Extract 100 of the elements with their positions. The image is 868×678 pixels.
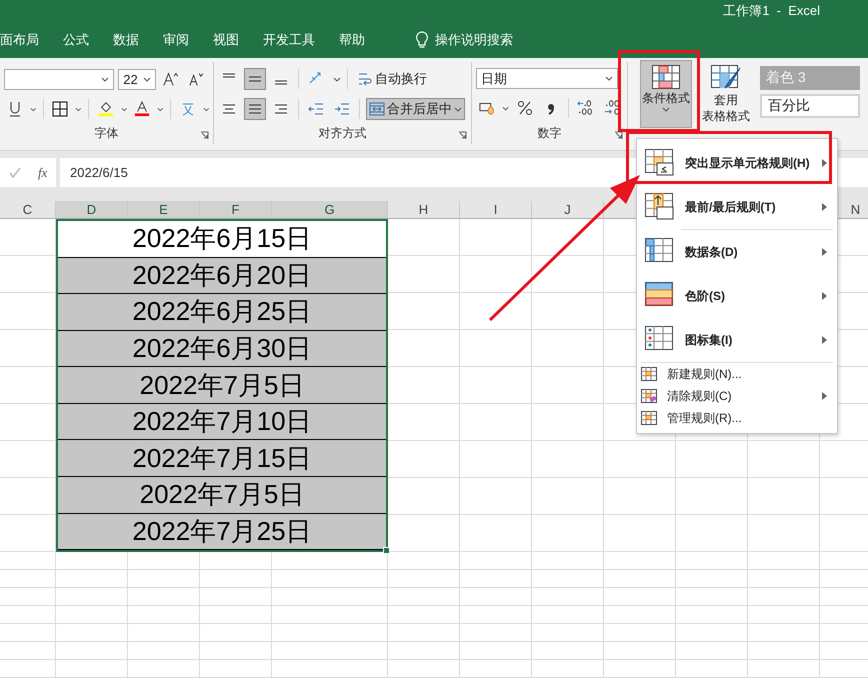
empty-cell[interactable] bbox=[128, 642, 200, 660]
empty-cell[interactable] bbox=[388, 660, 460, 678]
empty-cell[interactable] bbox=[0, 606, 56, 624]
empty-cell[interactable] bbox=[0, 588, 56, 606]
empty-cell[interactable] bbox=[388, 588, 460, 606]
empty-cell[interactable] bbox=[0, 441, 56, 478]
empty-cell[interactable] bbox=[676, 441, 748, 478]
empty-cell[interactable] bbox=[128, 606, 200, 624]
cell-style-item[interactable]: 百分比 bbox=[760, 94, 860, 118]
empty-cell[interactable] bbox=[532, 570, 604, 588]
empty-cell[interactable] bbox=[0, 570, 56, 588]
empty-cell[interactable] bbox=[532, 219, 604, 256]
menu-item[interactable]: 新建规则(N)... bbox=[637, 363, 837, 385]
empty-cell[interactable] bbox=[676, 552, 748, 570]
ribbon-tab[interactable]: 数据 bbox=[113, 31, 139, 49]
empty-cell[interactable] bbox=[56, 606, 128, 624]
empty-cell[interactable] bbox=[604, 570, 676, 588]
empty-cell[interactable] bbox=[56, 660, 128, 678]
empty-cell[interactable] bbox=[460, 660, 532, 678]
empty-cell[interactable] bbox=[460, 219, 532, 256]
empty-cell[interactable] bbox=[532, 588, 604, 606]
dialog-launcher-icon[interactable] bbox=[458, 131, 467, 140]
empty-cell[interactable] bbox=[388, 570, 460, 588]
column-header[interactable]: F bbox=[200, 201, 272, 219]
merged-date-cell[interactable]: 2022年7月5日 bbox=[58, 367, 386, 404]
empty-cell[interactable] bbox=[0, 642, 56, 660]
wrap-text-button[interactable]: 自动换行 bbox=[354, 68, 430, 90]
empty-cell[interactable] bbox=[748, 606, 820, 624]
empty-cell[interactable] bbox=[532, 478, 604, 515]
fill-handle[interactable] bbox=[383, 547, 390, 554]
menu-item[interactable]: 数据条(D) bbox=[637, 230, 837, 274]
empty-cell[interactable] bbox=[748, 570, 820, 588]
empty-cell[interactable] bbox=[460, 588, 532, 606]
empty-cell[interactable] bbox=[748, 624, 820, 642]
empty-cell[interactable] bbox=[748, 478, 820, 515]
empty-cell[interactable] bbox=[532, 293, 604, 330]
merged-date-cell[interactable]: 2022年7月25日 bbox=[58, 514, 386, 550]
empty-cell[interactable] bbox=[460, 642, 532, 660]
menu-item[interactable]: 管理规则(R)... bbox=[637, 407, 837, 429]
insert-function-button[interactable]: fx bbox=[38, 164, 48, 180]
empty-cell[interactable] bbox=[0, 293, 56, 330]
empty-cell[interactable] bbox=[604, 624, 676, 642]
dialog-launcher-icon[interactable] bbox=[200, 131, 209, 140]
empty-cell[interactable] bbox=[200, 660, 272, 678]
menu-item[interactable]: 清除规则(C) bbox=[637, 385, 837, 407]
empty-cell[interactable] bbox=[676, 660, 748, 678]
empty-cell[interactable] bbox=[532, 367, 604, 404]
empty-cell[interactable] bbox=[532, 552, 604, 570]
empty-cell[interactable] bbox=[748, 660, 820, 678]
empty-cell[interactable] bbox=[532, 515, 604, 552]
empty-cell[interactable] bbox=[460, 570, 532, 588]
empty-cell[interactable] bbox=[0, 478, 56, 515]
empty-cell[interactable] bbox=[200, 588, 272, 606]
empty-cell[interactable] bbox=[388, 478, 460, 515]
empty-cell[interactable] bbox=[748, 552, 820, 570]
empty-cell[interactable] bbox=[0, 515, 56, 552]
empty-cell[interactable] bbox=[460, 515, 532, 552]
empty-cell[interactable] bbox=[388, 624, 460, 642]
empty-cell[interactable] bbox=[748, 441, 820, 478]
empty-cell[interactable] bbox=[748, 588, 820, 606]
merged-date-cell[interactable]: 2022年6月20日 bbox=[58, 258, 386, 294]
empty-cell[interactable] bbox=[460, 256, 532, 293]
empty-cell[interactable] bbox=[532, 606, 604, 624]
empty-cell[interactable] bbox=[272, 642, 388, 660]
empty-cell[interactable] bbox=[460, 624, 532, 642]
empty-cell[interactable] bbox=[604, 478, 676, 515]
empty-cell[interactable] bbox=[532, 330, 604, 367]
ribbon-tab[interactable]: 视图 bbox=[213, 31, 239, 49]
empty-cell[interactable] bbox=[56, 642, 128, 660]
empty-cell[interactable] bbox=[388, 219, 460, 256]
empty-cell[interactable] bbox=[0, 367, 56, 404]
empty-cell[interactable] bbox=[56, 570, 128, 588]
empty-cell[interactable] bbox=[748, 642, 820, 660]
empty-cell[interactable] bbox=[0, 404, 56, 441]
empty-cell[interactable] bbox=[272, 624, 388, 642]
empty-cell[interactable] bbox=[460, 552, 532, 570]
empty-cell[interactable] bbox=[0, 330, 56, 367]
ribbon-tab[interactable]: 审阅 bbox=[163, 31, 189, 49]
empty-cell[interactable] bbox=[272, 660, 388, 678]
empty-cell[interactable] bbox=[532, 642, 604, 660]
number-format-combo[interactable]: 日期 bbox=[476, 68, 618, 89]
empty-cell[interactable] bbox=[388, 606, 460, 624]
column-header[interactable]: D bbox=[56, 201, 128, 219]
empty-cell[interactable] bbox=[460, 404, 532, 441]
font-size-combo[interactable]: 22 bbox=[118, 68, 156, 90]
conditional-formatting-button[interactable]: 条件格式 bbox=[640, 60, 692, 128]
empty-cell[interactable] bbox=[460, 293, 532, 330]
empty-cell[interactable] bbox=[676, 624, 748, 642]
empty-cell[interactable] bbox=[604, 441, 676, 478]
empty-cell[interactable] bbox=[460, 367, 532, 404]
empty-cell[interactable] bbox=[0, 660, 56, 678]
empty-cell[interactable] bbox=[128, 570, 200, 588]
column-header[interactable]: J bbox=[532, 201, 604, 219]
vertical-align-icon[interactable] bbox=[244, 68, 266, 90]
empty-cell[interactable] bbox=[128, 624, 200, 642]
ribbon-tab[interactable]: 公式 bbox=[63, 31, 89, 49]
empty-cell[interactable] bbox=[388, 367, 460, 404]
merge-center-button[interactable]: 合并后居中 bbox=[366, 98, 465, 120]
empty-cell[interactable] bbox=[748, 515, 820, 552]
empty-cell[interactable] bbox=[676, 478, 748, 515]
